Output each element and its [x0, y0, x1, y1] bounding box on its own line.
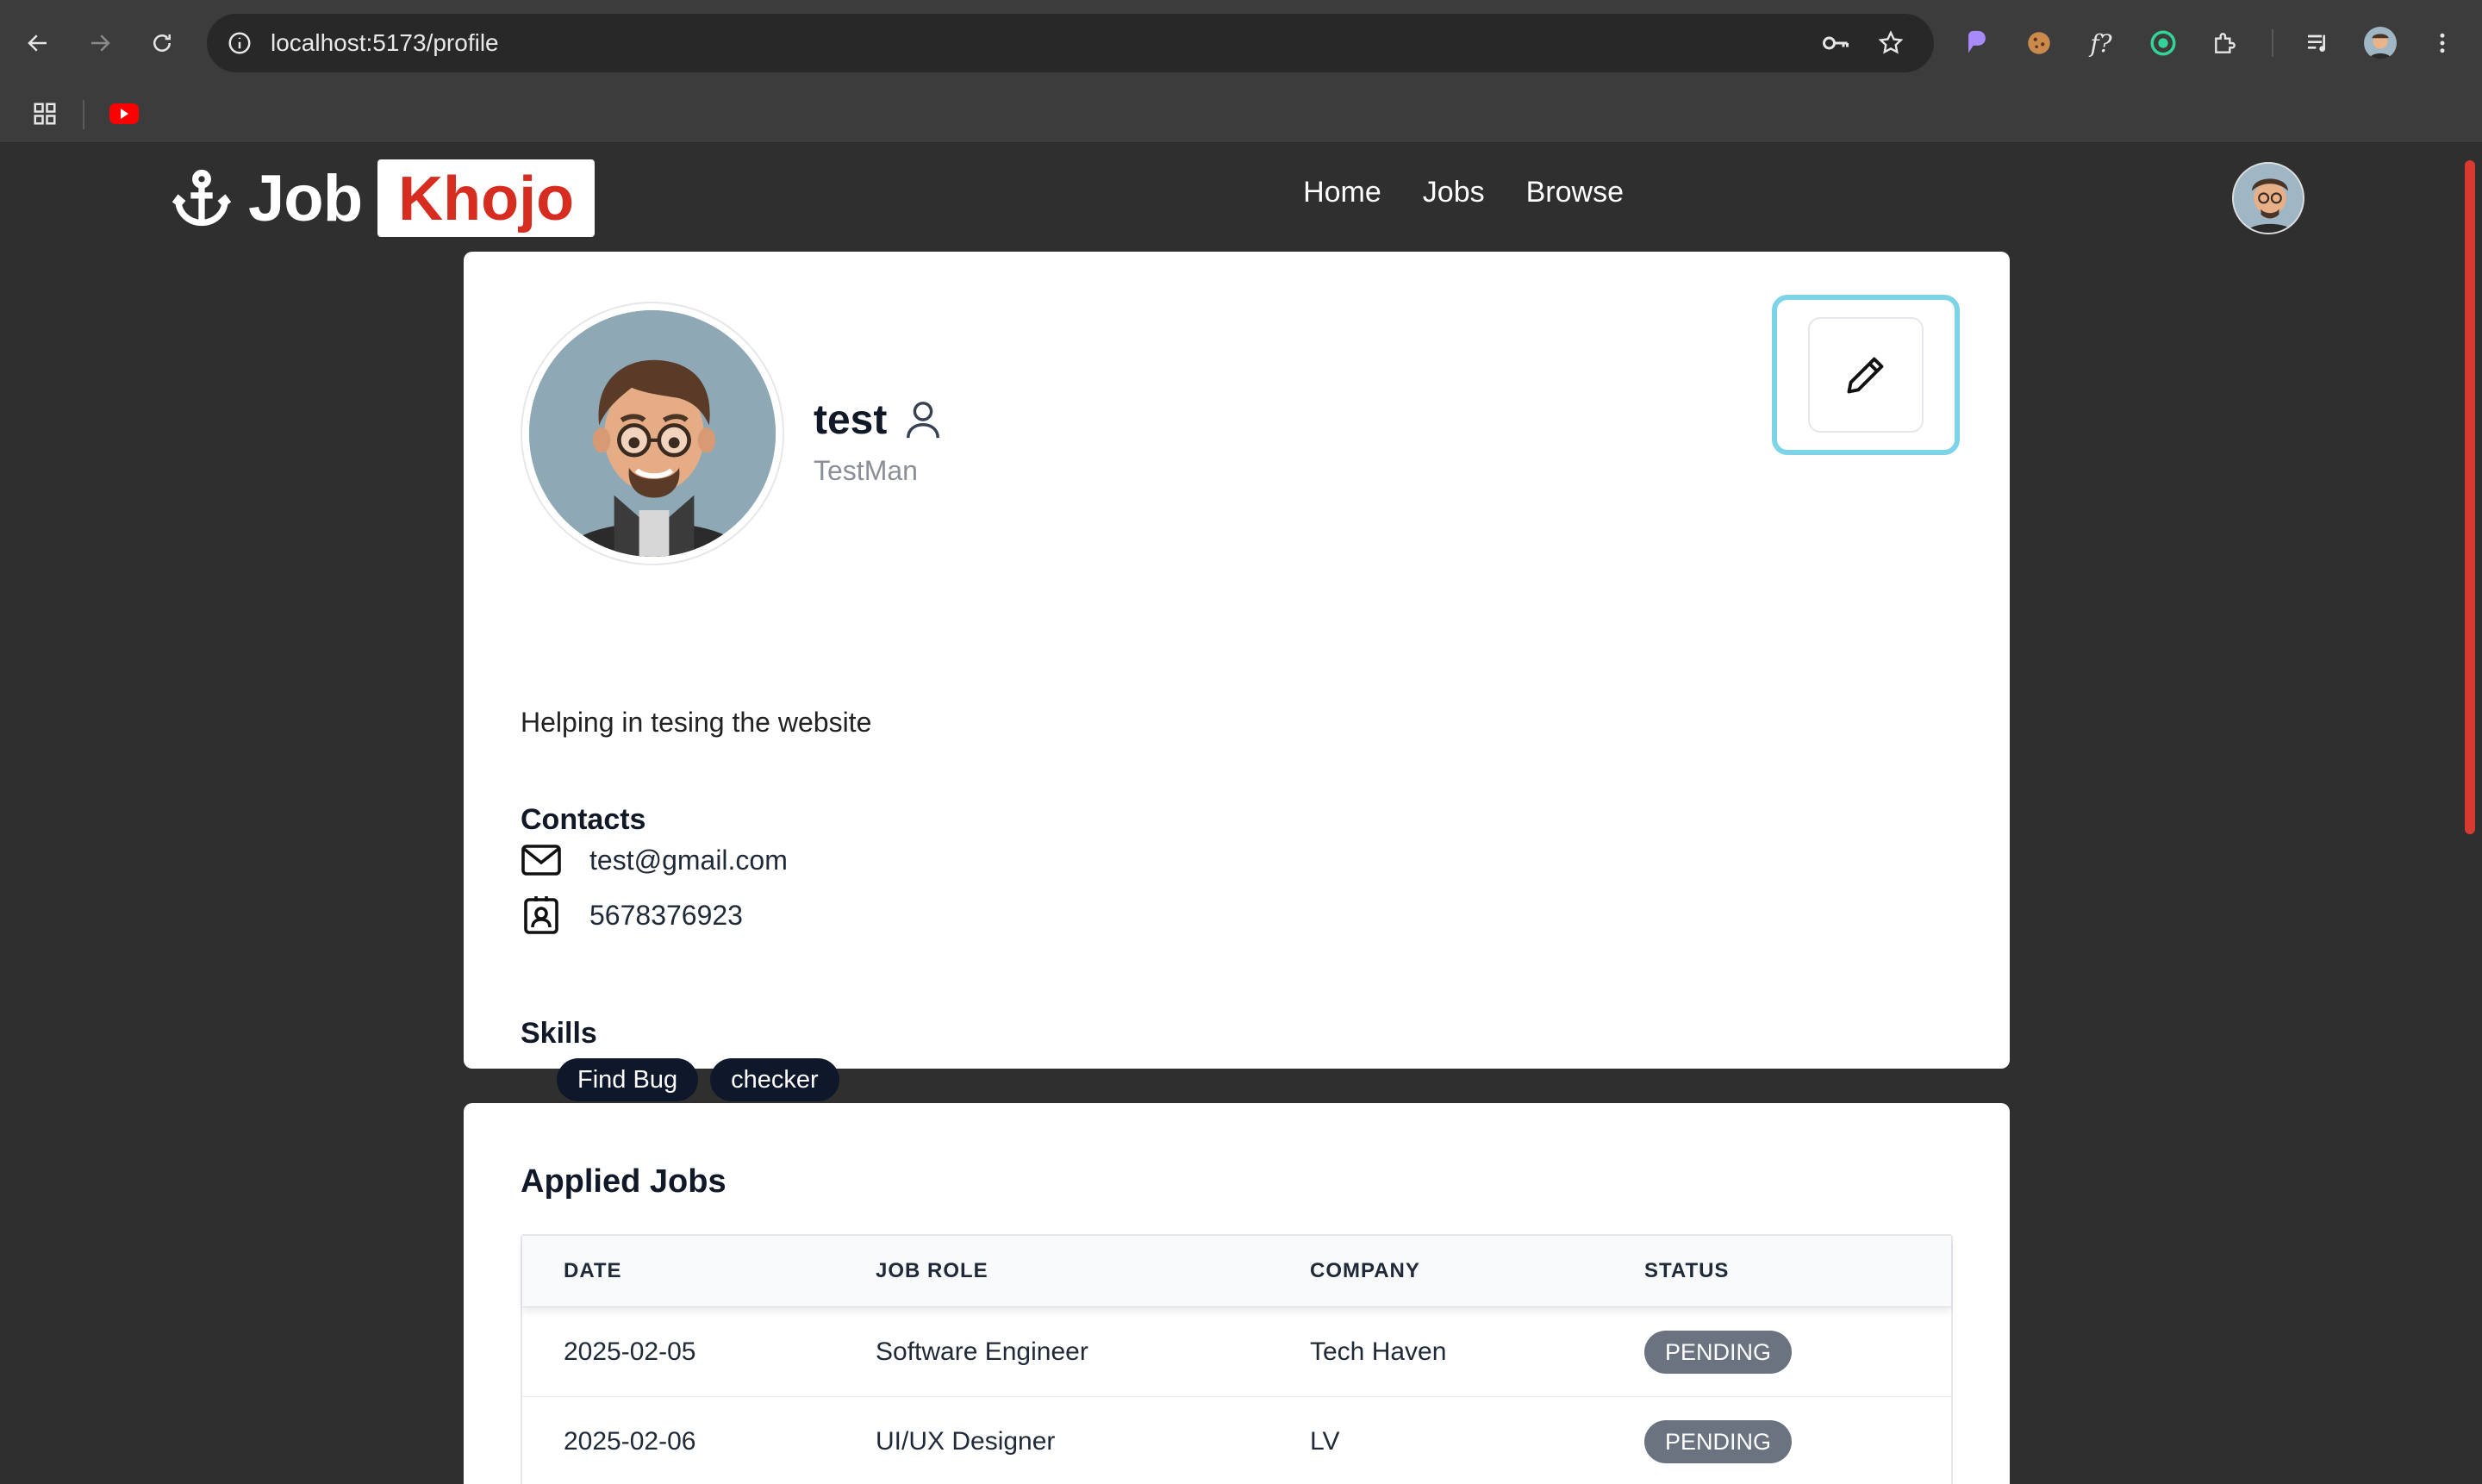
applied-jobs-card: Applied Jobs DATE JOB ROLE COMPANY STATU…	[464, 1103, 2010, 1484]
user-icon	[907, 402, 939, 439]
site-header: Job Khojo Home Jobs Browse	[0, 143, 2465, 253]
page-viewport: Job Khojo Home Jobs Browse test TestMan …	[0, 143, 2482, 1484]
cell-job-role: Software Engineer	[876, 1337, 1088, 1366]
profile-avatar	[521, 302, 784, 565]
bookmark-star-icon[interactable]	[1870, 22, 1911, 64]
mail-icon	[521, 845, 561, 876]
page-scrollbar[interactable]	[2465, 160, 2475, 834]
browser-menu-icon[interactable]	[2422, 22, 2463, 64]
skill-badge: checker	[710, 1058, 839, 1101]
cell-date: 2025-02-05	[564, 1337, 696, 1366]
contact-card-icon	[524, 896, 558, 934]
forward-button[interactable]	[79, 22, 121, 64]
logo-text-khojo: Khojo	[377, 159, 596, 237]
anchor-icon	[171, 169, 232, 227]
youtube-bookmark-icon[interactable]	[103, 93, 145, 134]
reload-icon	[153, 34, 171, 52]
site-info-icon[interactable]	[219, 22, 260, 64]
back-button[interactable]	[17, 22, 59, 64]
cell-company: Tech Haven	[1310, 1337, 1447, 1366]
column-header-job-role: JOB ROLE	[876, 1259, 988, 1282]
user-avatar[interactable]	[2232, 162, 2304, 234]
contacts-heading: Contacts	[521, 803, 646, 836]
address-bar[interactable]: localhost:5173/profile	[207, 14, 1934, 72]
formula-extension-icon[interactable]: f?	[2080, 22, 2122, 64]
extensions-puzzle-icon[interactable]	[2204, 22, 2246, 64]
cell-company: LV	[1310, 1426, 1340, 1456]
table-row: 2025-02-06 UI/UX Designer LV PENDING	[522, 1396, 1951, 1484]
arrow-left-icon	[28, 34, 47, 52]
cell-job-role: UI/UX Designer	[876, 1426, 1056, 1456]
skill-badge: Find Bug	[557, 1058, 699, 1101]
column-header-date: DATE	[564, 1259, 622, 1282]
profile-card: test TestMan Helping in tesing the websi…	[464, 252, 2010, 1101]
table-header: DATE JOB ROLE COMPANY STATUS	[522, 1236, 1951, 1306]
profile-bio: Helping in tesing the website	[521, 707, 872, 738]
main-nav: Home Jobs Browse	[1303, 176, 1624, 209]
cookie-extension-icon[interactable]	[2018, 22, 2060, 64]
column-header-status: STATUS	[1644, 1259, 1730, 1282]
contact-email[interactable]: test@gmail.com	[589, 845, 788, 876]
profile-avatar-icon[interactable]	[2360, 22, 2401, 64]
reload-button[interactable]	[141, 22, 183, 64]
media-control-icon[interactable]	[2298, 22, 2339, 64]
key-icon[interactable]	[1815, 22, 1856, 64]
browser-toolbar: localhost:5173/profile f?	[0, 0, 2482, 86]
arrow-right-icon	[91, 34, 110, 52]
applied-jobs-table: DATE JOB ROLE COMPANY STATUS 2025-02-05 …	[521, 1234, 1953, 1484]
bookmarks-bar	[0, 86, 2482, 143]
pencil-icon	[1847, 357, 1884, 394]
status-badge: PENDING	[1644, 1419, 1793, 1463]
profile-name: test	[814, 397, 888, 443]
nav-browse-link[interactable]: Browse	[1526, 176, 1624, 209]
column-header-company: COMPANY	[1310, 1259, 1420, 1282]
applied-jobs-heading: Applied Jobs	[521, 1163, 727, 1200]
nav-jobs-link[interactable]: Jobs	[1423, 176, 1485, 209]
edit-profile-button[interactable]	[1808, 317, 1924, 433]
site-logo[interactable]: Job Khojo	[169, 159, 596, 238]
nav-home-link[interactable]: Home	[1303, 176, 1381, 209]
contact-phone[interactable]: 5678376923	[589, 900, 743, 932]
table-row: 2025-02-05 Software Engineer Tech Haven …	[522, 1306, 1951, 1396]
status-badge: PENDING	[1644, 1330, 1793, 1374]
toolbar-separator	[2272, 29, 2273, 57]
contact-email-row: test@gmail.com	[521, 839, 788, 881]
bookmarks-separator	[83, 100, 84, 129]
cell-date: 2025-02-06	[564, 1426, 696, 1456]
url-text[interactable]: localhost:5173/profile	[271, 14, 499, 72]
profile-handle: TestMan	[814, 455, 918, 486]
skills-heading: Skills	[521, 1017, 597, 1050]
target-extension-icon[interactable]	[2142, 22, 2184, 64]
contact-phone-row: 5678376923	[521, 895, 743, 936]
extension-purple-icon[interactable]	[1956, 22, 1998, 64]
apps-grid-icon[interactable]	[24, 93, 65, 134]
skills-list: Find Bug checker	[557, 1058, 839, 1101]
logo-text-job: Job	[248, 161, 363, 235]
